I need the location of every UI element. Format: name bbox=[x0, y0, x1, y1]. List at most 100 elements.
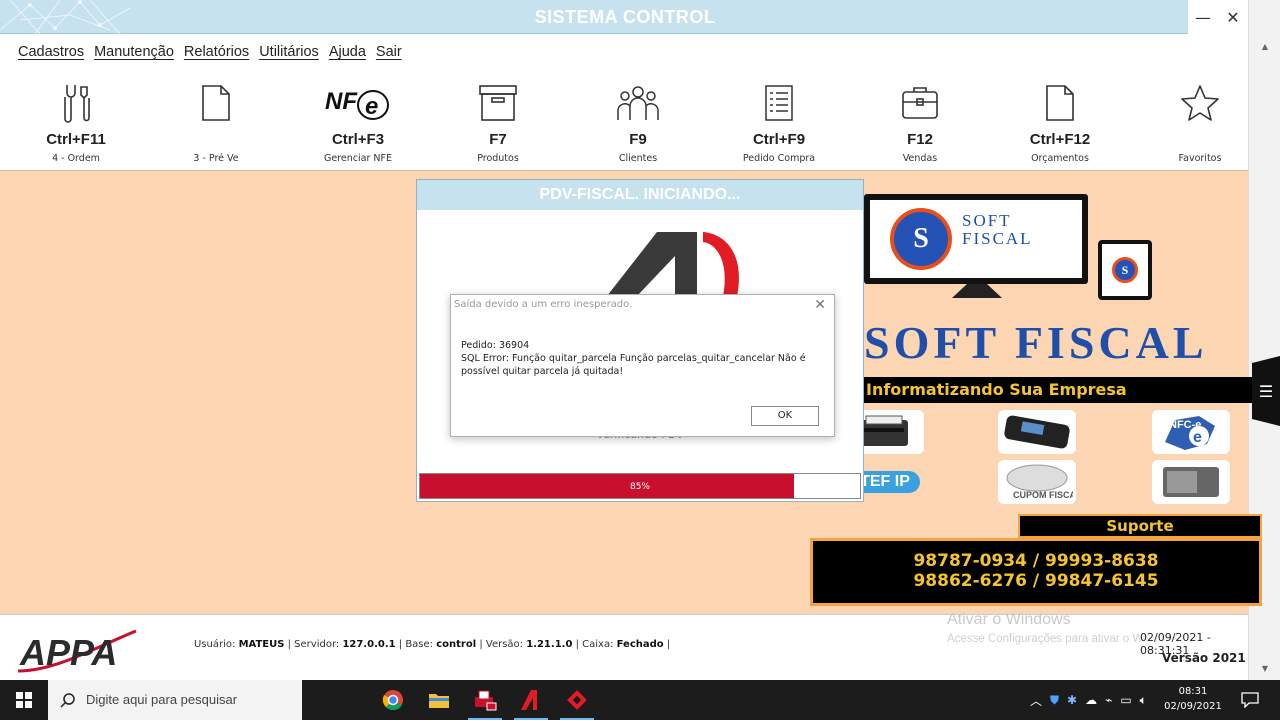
toolbar-key: Ctrl+F9 bbox=[752, 131, 806, 148]
toolbar-key: Ctrl+F11 bbox=[46, 131, 106, 148]
group-icon bbox=[568, 78, 708, 128]
cupom-fiscal-image: CUPOM FISCAL bbox=[998, 460, 1076, 504]
toolbar-pedido-compra[interactable]: Ctrl+F9 Pedido Compra bbox=[709, 78, 849, 166]
nfe-icon: NF e bbox=[288, 78, 428, 128]
box-icon bbox=[428, 78, 568, 128]
soft-fiscal-app-icon[interactable] bbox=[554, 680, 600, 720]
menu-manutencao[interactable]: Manutenção bbox=[94, 44, 174, 60]
toolbar-produtos[interactable]: F7 Produtos bbox=[428, 78, 568, 166]
dialog-message-line-2: SQL Error: Função quitar_parcela Função … bbox=[461, 353, 806, 377]
close-button[interactable]: ✕ bbox=[1218, 0, 1248, 34]
usb-icon[interactable]: ⌁ bbox=[1105, 693, 1112, 707]
tablet-illustration: S bbox=[1098, 240, 1152, 300]
base-value: control bbox=[436, 639, 477, 650]
cloud-icon[interactable]: ☁ bbox=[1085, 693, 1097, 707]
toolbar-pre-venda[interactable]: 3 - Pré Ve bbox=[146, 78, 286, 166]
appa-logo-text: APPA bbox=[19, 632, 117, 673]
network-icon[interactable]: ▭ bbox=[1120, 693, 1131, 707]
tablet-logo: S bbox=[1112, 257, 1138, 283]
soft-fiscal-logo: S bbox=[890, 208, 952, 270]
svg-text:e: e bbox=[365, 93, 378, 120]
sat-device-image bbox=[1152, 460, 1230, 504]
support-label: Suporte bbox=[1018, 514, 1262, 538]
search-placeholder: Digite aqui para pesquisar bbox=[86, 692, 238, 707]
defender-icon[interactable]: ⛊ bbox=[1050, 693, 1059, 708]
minimize-button[interactable]: — bbox=[1188, 0, 1218, 34]
volume-icon[interactable]: 🔈︎ bbox=[1140, 693, 1147, 708]
file-explorer-icon[interactable] bbox=[416, 680, 462, 720]
error-dialog: Saída devido a um erro inesperado. ✕ Ped… bbox=[450, 294, 835, 437]
chevron-up-icon[interactable]: ︿ bbox=[1030, 692, 1042, 709]
window-controls: — ✕ bbox=[1188, 0, 1248, 34]
progress-label: 85% bbox=[629, 482, 650, 492]
splash-title: PDV-FISCAL. INICIANDO... bbox=[417, 180, 863, 210]
dialog-message: Pedido: 36904 SQL Error: Função quitar_p… bbox=[461, 339, 821, 378]
toolbar-label: Produtos bbox=[477, 153, 519, 164]
dialog-message-line-1: Pedido: 36904 bbox=[461, 340, 530, 351]
menu-ajuda[interactable]: Ajuda bbox=[329, 44, 366, 60]
toolbar-ordem[interactable]: Ctrl+F11 4 - Ordem bbox=[6, 78, 146, 166]
chrome-icon[interactable] bbox=[370, 680, 416, 720]
document-icon bbox=[990, 78, 1130, 128]
toolbar-clientes[interactable]: F9 Clientes bbox=[568, 78, 708, 166]
soft-fiscal-banner: S SOFT FISCAL S SOFT FISCAL Informatizan… bbox=[810, 180, 1280, 610]
appa-app-icon[interactable] bbox=[508, 680, 554, 720]
bluetooth-icon[interactable]: ✱ bbox=[1067, 693, 1077, 707]
menu-relatorios[interactable]: Relatórios bbox=[184, 44, 249, 60]
brand-line-2: FISCAL bbox=[962, 229, 1033, 248]
session-info: Usuário: MATEUS | Servidor: 127.0.0.1 | … bbox=[194, 639, 670, 650]
taskbar: Digite aqui para pesquisar ︿ ⛊ ✱ ☁ ⌁ ▭ 🔈… bbox=[0, 680, 1280, 720]
progress-bar: 85% bbox=[419, 473, 861, 499]
briefcase-icon bbox=[850, 78, 990, 128]
menu-bar: Cadastros Manutenção Relatórios Utilitár… bbox=[18, 44, 402, 60]
monitor-stand bbox=[952, 284, 1002, 298]
cupom-label: CUPOM FISCAL bbox=[1013, 490, 1073, 500]
ok-button[interactable]: OK bbox=[751, 406, 819, 426]
search-icon bbox=[60, 693, 75, 708]
server-value: 127.0.0.1 bbox=[342, 639, 396, 650]
caixa-label: | Caixa: bbox=[572, 639, 617, 650]
brand-line-1: SOFT bbox=[962, 211, 1012, 230]
toolbar-key bbox=[146, 130, 286, 150]
scroll-up-icon[interactable]: ▲ bbox=[1260, 42, 1270, 51]
toolbar-orcamentos[interactable]: Ctrl+F12 Orçamentos bbox=[990, 78, 1130, 166]
dialog-title: Saída devido a um erro inesperado. bbox=[454, 299, 633, 310]
status-version: Versão 2021 bbox=[1162, 651, 1246, 665]
brand-headline: SOFT FISCAL bbox=[864, 317, 1208, 368]
server-label: | Servidor: bbox=[284, 639, 343, 650]
base-label: | Base: bbox=[395, 639, 437, 650]
toolbar-label: Clientes bbox=[618, 153, 658, 164]
windows-start-icon[interactable] bbox=[0, 680, 48, 720]
version-label: | Versão: bbox=[476, 639, 527, 650]
hamburger-menu-icon[interactable]: ☰ bbox=[1252, 356, 1280, 426]
toolbar-vendas[interactable]: F12 Vendas bbox=[850, 78, 990, 166]
menu-cadastros[interactable]: Cadastros bbox=[18, 44, 84, 60]
notification-icon[interactable] bbox=[1232, 680, 1268, 720]
close-icon[interactable]: ✕ bbox=[814, 297, 826, 313]
toolbar-label: Gerenciar NFE bbox=[324, 153, 392, 164]
taskbar-clock[interactable]: 08:31 02/09/2021 bbox=[1160, 684, 1226, 714]
toolbar-label: 3 - Pré Ve bbox=[193, 153, 239, 164]
phones-line-2: 98862-6276 / 99847-6145 bbox=[913, 571, 1159, 591]
status-separator: | bbox=[663, 639, 671, 650]
taskbar-search[interactable]: Digite aqui para pesquisar bbox=[48, 680, 302, 720]
menu-sair[interactable]: Sair bbox=[376, 44, 402, 60]
activate-windows-title: Ativar o Windows bbox=[947, 611, 1071, 628]
brand-slogan: Informatizando Sua Empresa bbox=[860, 377, 1252, 403]
toolbar-nfe[interactable]: NF e Ctrl+F3 Gerenciar NFE bbox=[288, 78, 428, 166]
toolbar: Ctrl+F11 4 - Ordem 3 - Pré Ve NF e Ctrl+… bbox=[0, 78, 1248, 170]
pdv-app-icon[interactable] bbox=[462, 680, 508, 720]
toolbar-label: Favoritos bbox=[1178, 153, 1222, 164]
scroll-down-icon[interactable]: ▼ bbox=[1260, 664, 1270, 673]
toolbar-favoritos[interactable]: Favoritos bbox=[1130, 78, 1270, 166]
phones-line-1: 98787-0934 / 99993-8638 bbox=[913, 551, 1159, 571]
user-value: MATEUS bbox=[238, 639, 285, 650]
appa-splash-logo bbox=[607, 232, 739, 296]
system-tray: ︿ ⛊ ✱ ☁ ⌁ ▭ 🔈︎ bbox=[1030, 680, 1147, 720]
document-icon bbox=[146, 78, 286, 128]
toolbar-label: Vendas bbox=[902, 153, 938, 164]
toolbar-label: Orçamentos bbox=[1031, 153, 1089, 164]
svg-text:e: e bbox=[1193, 429, 1202, 446]
menu-utilitarios[interactable]: Utilitários bbox=[259, 44, 319, 60]
app-title: SISTEMA CONTROL bbox=[534, 7, 716, 27]
